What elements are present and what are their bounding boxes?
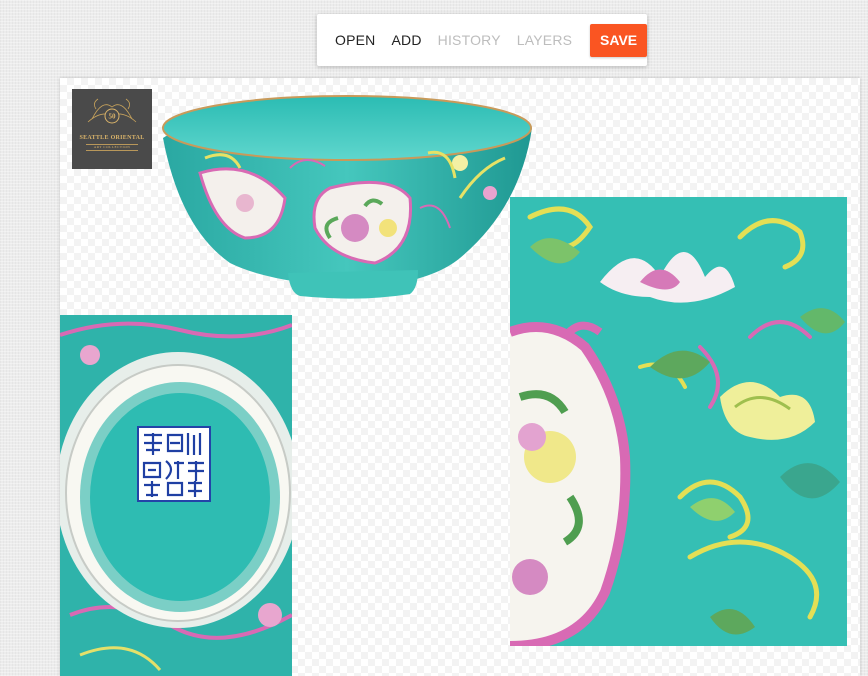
bowl-base-photo-image — [60, 315, 292, 676]
add-button[interactable]: ADD — [391, 32, 421, 48]
open-button[interactable]: OPEN — [335, 32, 375, 48]
bowl-photo-layer[interactable] — [160, 88, 535, 303]
logo-badge: 50 — [109, 113, 117, 121]
decoration-detail-photo-image — [510, 197, 847, 646]
editor-toolbar: OPEN ADD HISTORY LAYERS SAVE — [317, 14, 647, 66]
bowl-photo-image — [162, 95, 532, 299]
logo-emblem-icon: 50 — [87, 98, 137, 124]
layers-button[interactable]: LAYERS — [517, 32, 572, 48]
save-button[interactable]: SAVE — [590, 23, 647, 57]
history-button[interactable]: HISTORY — [438, 32, 501, 48]
editor-canvas[interactable]: 50 SEATTLE ORIENTAL ART COLLECTION — [60, 78, 860, 676]
logo-name: SEATTLE ORIENTAL — [79, 135, 145, 141]
bowl-base-photo-layer[interactable] — [60, 315, 292, 676]
logo-subtitle: ART COLLECTION — [86, 144, 138, 151]
logo-layer[interactable]: 50 SEATTLE ORIENTAL ART COLLECTION — [72, 89, 152, 169]
decoration-detail-photo-layer[interactable] — [510, 197, 847, 646]
